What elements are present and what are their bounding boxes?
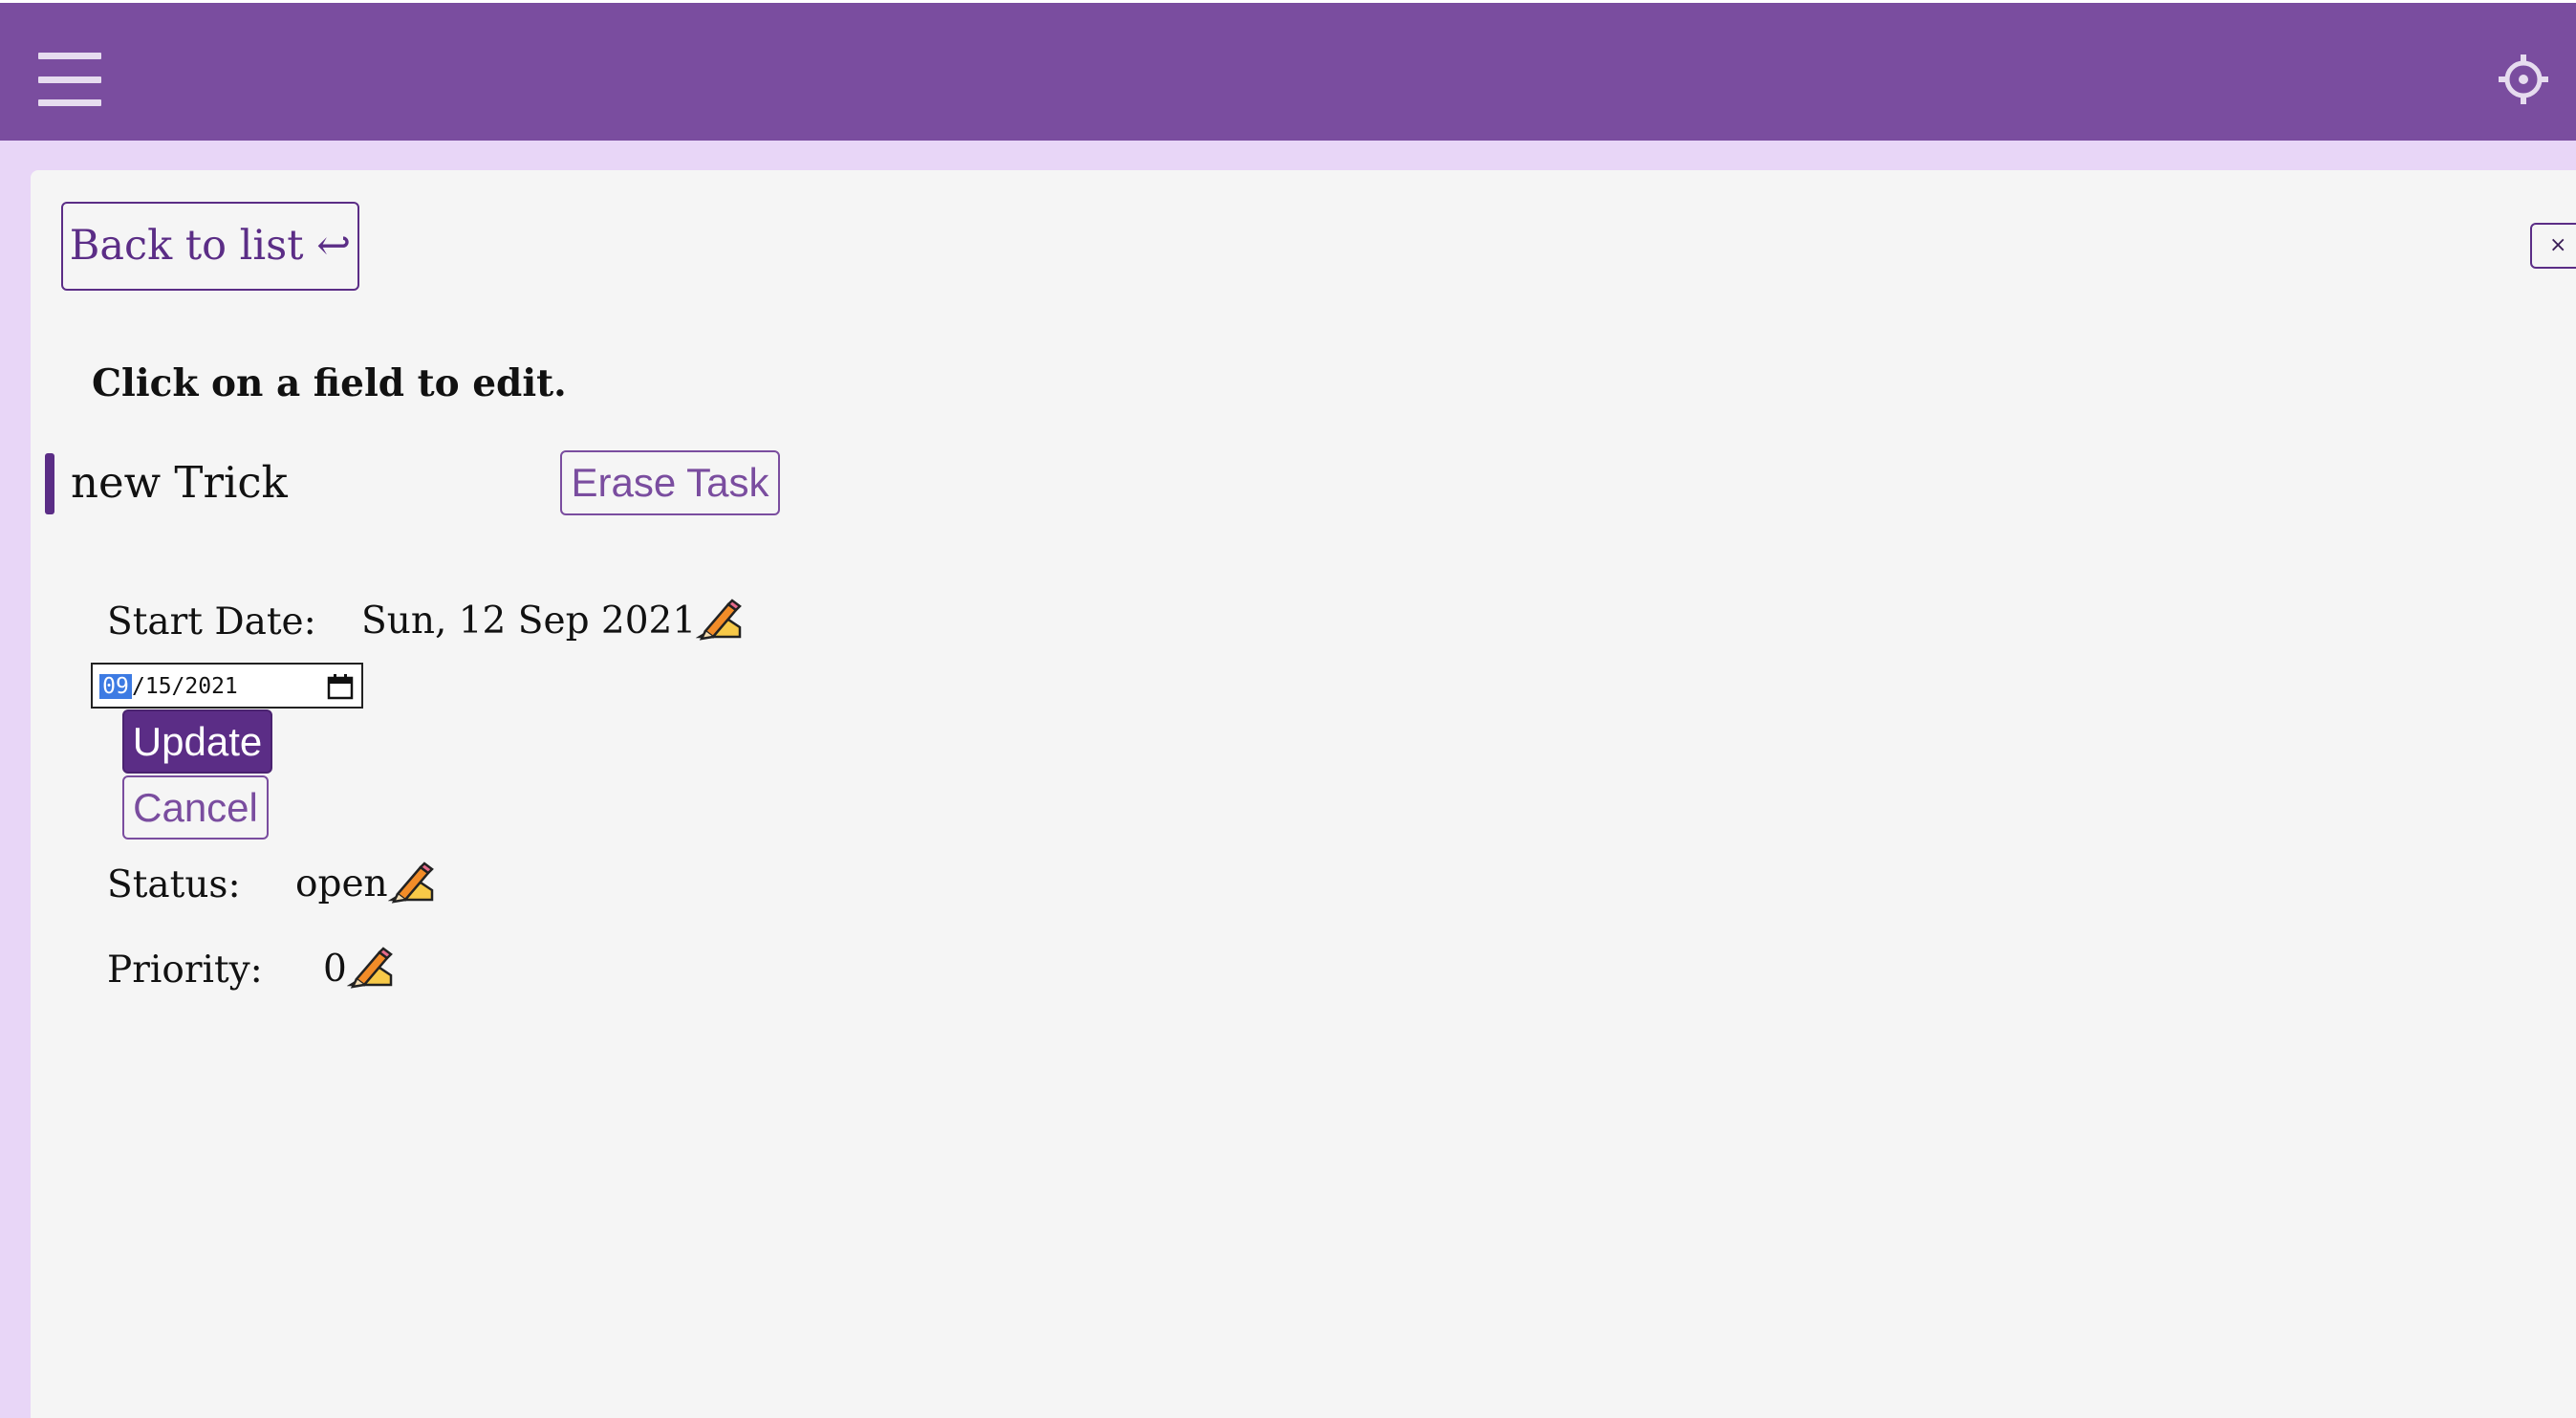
status-value: open: [295, 862, 388, 905]
status-label: Status:: [107, 863, 241, 906]
priority-label: Priority:: [107, 949, 263, 992]
task-title[interactable]: new Trick: [71, 457, 288, 508]
erase-task-button[interactable]: Erase Task: [560, 450, 780, 515]
status-field[interactable]: open: [295, 862, 436, 905]
date-day-year-segment[interactable]: /15/2021: [132, 674, 238, 699]
menu-line: [38, 99, 101, 106]
start-date-value: Sun, 12 Sep 2021: [361, 600, 697, 643]
calendar-icon[interactable]: [326, 672, 355, 701]
task-detail-card: [31, 170, 2576, 1418]
menu-line: [38, 76, 101, 83]
cancel-button[interactable]: Cancel: [122, 775, 269, 840]
menu-line: [38, 53, 101, 59]
update-button[interactable]: Update: [122, 709, 272, 774]
hamburger-menu-icon[interactable]: [38, 53, 101, 106]
gear-icon[interactable]: [2497, 53, 2550, 106]
start-date-field[interactable]: Sun, 12 Sep 2021: [361, 599, 744, 643]
task-color-marker: [45, 453, 54, 514]
back-to-list-button[interactable]: Back to list ↩: [61, 202, 359, 291]
pencil-icon[interactable]: [387, 862, 436, 904]
top-app-bar: [0, 3, 2576, 141]
start-date-label: Start Date:: [107, 600, 316, 644]
close-button[interactable]: ×: [2530, 223, 2576, 269]
pencil-icon[interactable]: [696, 599, 744, 641]
priority-field[interactable]: 0: [323, 947, 395, 991]
date-month-segment[interactable]: 09: [99, 674, 132, 699]
edit-hint-text: Click on a field to edit.: [92, 361, 567, 405]
start-date-input[interactable]: 09 /15/2021: [91, 663, 363, 709]
priority-value: 0: [323, 948, 347, 991]
pencil-icon[interactable]: [346, 947, 395, 989]
